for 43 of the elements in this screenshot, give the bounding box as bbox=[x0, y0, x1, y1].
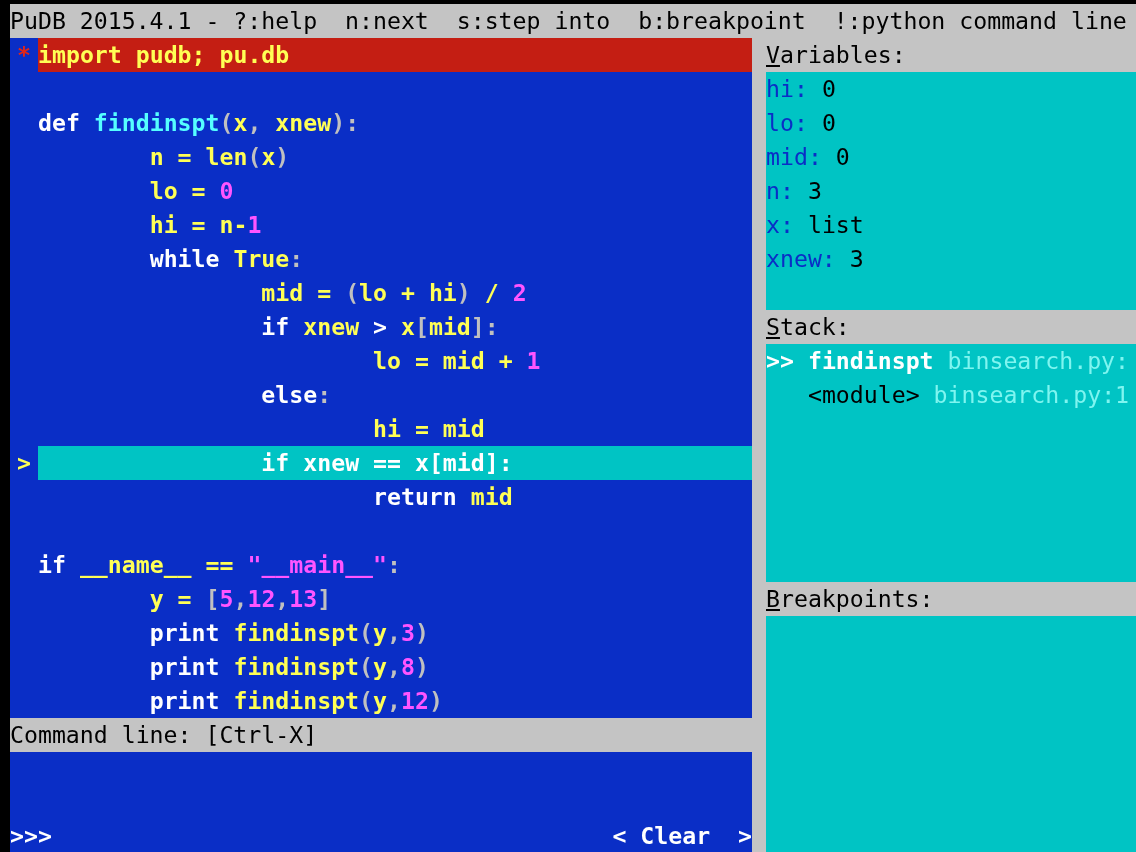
variable-name[interactable]: xnew: bbox=[766, 245, 836, 272]
variable-name[interactable]: x: bbox=[766, 211, 794, 238]
selection-marker: >> bbox=[766, 347, 794, 374]
code-line: hi = n-1 bbox=[149, 211, 262, 238]
variable-value: 3 bbox=[849, 245, 864, 272]
code-line: return mid bbox=[373, 483, 513, 510]
variable-value: list bbox=[807, 211, 864, 238]
variable-name[interactable]: n: bbox=[766, 177, 794, 204]
stack-frame-location: binsearch.py: bbox=[947, 347, 1130, 374]
code-line: y = [5,12,13] bbox=[149, 585, 332, 612]
breakpoint-marker: * bbox=[17, 40, 31, 70]
variable-name[interactable]: mid: bbox=[766, 143, 822, 170]
code-line: if xnew == x[mid]: bbox=[261, 449, 513, 476]
variable-name[interactable]: lo: bbox=[766, 109, 808, 136]
variable-value: 0 bbox=[835, 143, 850, 170]
variable-value: 0 bbox=[821, 75, 836, 102]
clear-button[interactable]: < Clear > bbox=[612, 820, 752, 852]
code-line: print findinspt(y,12) bbox=[149, 687, 443, 714]
code-line: hi = mid bbox=[373, 415, 485, 442]
current-line-marker: > bbox=[17, 448, 31, 478]
code-line: else: bbox=[261, 381, 332, 408]
pane-title: Breakpoints: bbox=[766, 585, 934, 612]
code-line: if __name__ == "__main__": bbox=[38, 551, 401, 578]
code-line: print findinspt(y,8) bbox=[149, 653, 429, 680]
code-line: if xnew > x[mid]: bbox=[261, 313, 499, 340]
code-line: mid = (lo + hi) / 2 bbox=[261, 279, 527, 306]
pane-title: Variables: bbox=[766, 41, 906, 68]
code-line: n = len(x) bbox=[149, 143, 290, 170]
pane-title: Stack: bbox=[766, 313, 850, 340]
variable-name[interactable]: hi: bbox=[766, 75, 808, 102]
pane-title: Command line: [Ctrl-X] bbox=[10, 721, 318, 748]
command-prompt: >>> bbox=[10, 821, 52, 851]
code-line: import pudb; pu.db bbox=[38, 41, 290, 68]
code-line: lo = mid + 1 bbox=[373, 347, 541, 374]
title-bar: PuDB 2015.4.1 - ?:help n:next s:step into b:breakpoint !:python command line bbox=[10, 4, 1136, 38]
code-line: while True: bbox=[149, 245, 304, 272]
code-line: print findinspt(y,3) bbox=[149, 619, 429, 646]
code-line: def findinspt(x, xnew): bbox=[38, 109, 360, 136]
stack-frame-location: binsearch.py:1 bbox=[933, 381, 1130, 408]
stack-frame-function[interactable]: <module> bbox=[807, 381, 920, 408]
variable-value: 3 bbox=[807, 177, 822, 204]
code-line: lo = 0 bbox=[149, 177, 234, 204]
variable-value: 0 bbox=[821, 109, 836, 136]
